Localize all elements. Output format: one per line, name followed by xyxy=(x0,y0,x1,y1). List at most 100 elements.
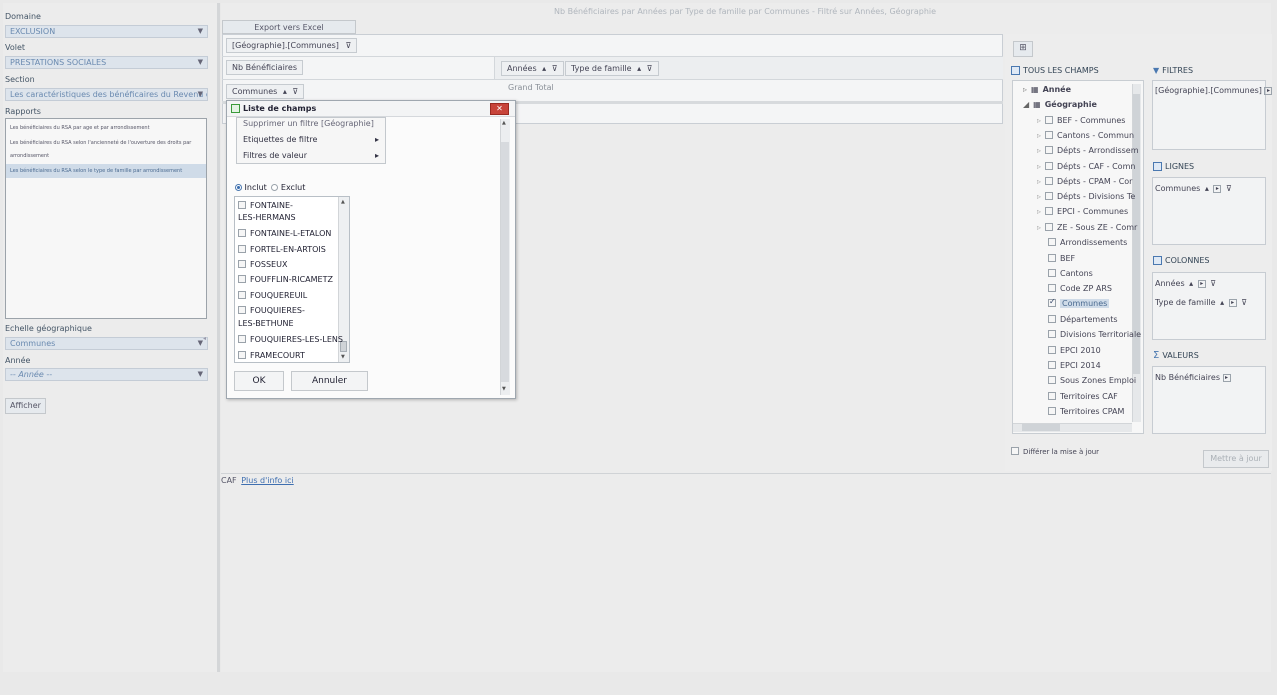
field-group-geographie[interactable]: ◢ ▦ Géographie xyxy=(1023,100,1097,109)
checkbox[interactable] xyxy=(238,290,246,299)
field-hierarchy[interactable]: ▹ ZE - Sous ZE - Comr xyxy=(1037,222,1137,232)
colonnes-chip-type-famille[interactable]: Type de famille ▴ ▸ ⊽ xyxy=(1155,298,1247,310)
checkbox[interactable] xyxy=(1045,176,1054,185)
chip-menu-icon[interactable]: ▸ xyxy=(1264,86,1273,95)
scroll-down-icon[interactable]: ▼ xyxy=(341,354,345,360)
checkbox[interactable] xyxy=(238,350,246,359)
update-button[interactable]: Mettre à jour xyxy=(1203,450,1269,468)
commune-item-continued[interactable]: LES-BETHUNE xyxy=(238,319,294,328)
rapport-item[interactable]: Les bénéficiaires du RSA selon l'ancienn… xyxy=(10,140,191,146)
checkbox[interactable] xyxy=(1048,391,1056,400)
radio-exclude[interactable] xyxy=(271,184,279,191)
row-chip-communes[interactable]: Communes ▴ ⊽ xyxy=(226,84,305,99)
field-item[interactable]: Sous Zones Emploi xyxy=(1048,375,1136,385)
checkbox[interactable] xyxy=(238,274,246,283)
section-select[interactable]: Les caractéristiques des bénéficaires du… xyxy=(5,88,208,101)
checkbox[interactable] xyxy=(238,334,246,343)
chip-menu-icon[interactable]: ▸ xyxy=(1222,373,1231,382)
dialog-scroll-thumb[interactable] xyxy=(501,142,509,382)
chip-menu-icon[interactable]: ▸ xyxy=(1213,184,1222,193)
filter-icon[interactable]: ⊽ xyxy=(345,41,351,50)
filter-icon[interactable]: ⊽ xyxy=(552,64,558,73)
checkbox[interactable] xyxy=(1045,206,1054,215)
sort-icon[interactable]: ▴ xyxy=(637,64,641,73)
scroll-down-icon[interactable]: ▼ xyxy=(502,386,506,392)
menu-item-value-filters[interactable]: Filtres de valeur ▸ xyxy=(243,151,379,160)
menu-item-remove-filter[interactable]: Supprimer un filtre [Géographie] xyxy=(243,119,374,128)
checkbox[interactable] xyxy=(1045,222,1054,231)
field-item[interactable]: Territoires CPAM xyxy=(1048,406,1124,416)
field-item[interactable]: Arrondissements xyxy=(1048,237,1127,247)
commune-item[interactable]: FOUQUEREUIL xyxy=(238,290,307,300)
volet-select[interactable]: PRESTATIONS SOCIALES ▼ xyxy=(5,56,208,69)
field-hierarchy[interactable]: ▹ Dépts - Arrondissem xyxy=(1037,145,1139,155)
commune-item[interactable]: FONTAINE- xyxy=(238,200,293,210)
field-hierarchy[interactable]: ▹ EPCI - Communes xyxy=(1037,206,1128,216)
field-hierarchy[interactable]: ▹ Dépts - CAF - Comn xyxy=(1037,161,1135,171)
filter-icon[interactable]: ⊽ xyxy=(647,64,653,73)
scroll-up-icon[interactable]: ▲ xyxy=(341,199,345,205)
field-item[interactable]: Cantons xyxy=(1048,268,1093,278)
chip-menu-icon[interactable]: ▸ xyxy=(1228,298,1237,307)
rapport-item-continued[interactable]: arrondissement xyxy=(10,153,49,159)
more-info-link[interactable]: Plus d'info ici xyxy=(241,476,294,485)
checkbox[interactable] xyxy=(1011,447,1019,455)
sort-icon[interactable]: ▴ xyxy=(542,64,546,73)
checkbox[interactable] xyxy=(238,200,246,209)
field-item[interactable]: EPCI 2014 xyxy=(1048,360,1101,370)
checkbox[interactable] xyxy=(238,228,246,237)
col-chip-type-famille[interactable]: Type de famille ▴ ⊽ xyxy=(565,61,659,76)
checkbox[interactable] xyxy=(1048,360,1056,369)
commune-item[interactable]: FORTEL-EN-ARTOIS xyxy=(238,244,326,254)
checkbox-checked[interactable] xyxy=(1048,297,1056,307)
field-item[interactable]: Départements xyxy=(1048,314,1118,324)
checkbox[interactable] xyxy=(1048,314,1056,323)
domaine-select[interactable]: EXCLUSION ▼ xyxy=(5,25,208,38)
afficher-button[interactable]: Afficher xyxy=(5,398,46,414)
checkbox[interactable] xyxy=(1048,329,1056,338)
commune-item[interactable]: FOUQUIERES- xyxy=(238,305,305,315)
checkbox[interactable] xyxy=(238,305,246,314)
filter-icon[interactable]: ⊽ xyxy=(292,87,298,96)
field-item[interactable]: EPCI 2010 xyxy=(1048,345,1101,355)
field-tree-hscroll-thumb[interactable] xyxy=(1022,424,1060,431)
field-item[interactable]: Code ZP ARS xyxy=(1048,283,1112,293)
col-chip-annees[interactable]: Années ▴ ⊽ xyxy=(501,61,564,76)
field-group-annee[interactable]: ▹ ▦ Année xyxy=(1023,85,1071,94)
field-item[interactable]: Territoires CAF xyxy=(1048,391,1118,401)
filtres-chip[interactable]: [Géographie].[Communes] ▸ xyxy=(1155,86,1273,98)
filter-icon[interactable]: ⊽ xyxy=(1226,184,1232,193)
commune-item[interactable]: FRAMECOURT xyxy=(238,350,305,360)
filter-icon[interactable]: ⊽ xyxy=(1210,279,1216,288)
lignes-chip[interactable]: Communes ▴ ▸ ⊽ xyxy=(1155,184,1232,196)
checkbox[interactable] xyxy=(1045,115,1054,124)
field-item[interactable]: BEF xyxy=(1048,253,1075,263)
commune-item[interactable]: FOSSEUX xyxy=(238,259,287,269)
checkbox[interactable] xyxy=(1045,130,1054,139)
checkbox[interactable] xyxy=(238,259,246,268)
commune-item[interactable]: FOUFFLIN-RICAMETZ xyxy=(238,274,333,284)
cancel-button[interactable]: Annuler xyxy=(291,371,368,391)
checkbox[interactable] xyxy=(1048,253,1056,262)
rapport-item[interactable]: Les bénéficiaires du RSA par age et par … xyxy=(10,125,150,131)
checkbox[interactable] xyxy=(1048,406,1056,415)
defer-update-checkbox[interactable]: Différer la mise à jour xyxy=(1011,447,1099,456)
field-item[interactable]: Divisions Territoriale xyxy=(1048,329,1141,339)
ok-button[interactable]: OK xyxy=(234,371,284,391)
field-hierarchy[interactable]: ▹ Cantons - Commun xyxy=(1037,130,1134,140)
chip-menu-icon[interactable]: ▸ xyxy=(1197,279,1206,288)
sort-icon[interactable]: ▴ xyxy=(1189,279,1193,288)
echelle-select[interactable]: Communes ▼ xyxy=(5,337,208,350)
commune-item[interactable]: FONTAINE-L-ETALON xyxy=(238,228,331,238)
checkbox[interactable] xyxy=(1045,191,1054,200)
collapse-icon[interactable]: ◢ xyxy=(1023,100,1029,109)
field-hierarchy[interactable]: ▹ Dépts - CPAM - Cor xyxy=(1037,176,1132,186)
field-hierarchy[interactable]: ▹ Dépts - Divisions Te xyxy=(1037,191,1135,201)
sort-icon[interactable]: ▴ xyxy=(283,87,287,96)
checkbox[interactable] xyxy=(1048,345,1056,354)
data-field-chip[interactable]: Nb Bénéficiaires xyxy=(226,60,303,75)
menu-item-label-filters[interactable]: Etiquettes de filtre ▸ xyxy=(243,135,379,144)
checkbox[interactable] xyxy=(1045,145,1054,154)
commune-item-continued[interactable]: LES-HERMANS xyxy=(238,213,296,222)
checkbox[interactable] xyxy=(1048,268,1056,277)
